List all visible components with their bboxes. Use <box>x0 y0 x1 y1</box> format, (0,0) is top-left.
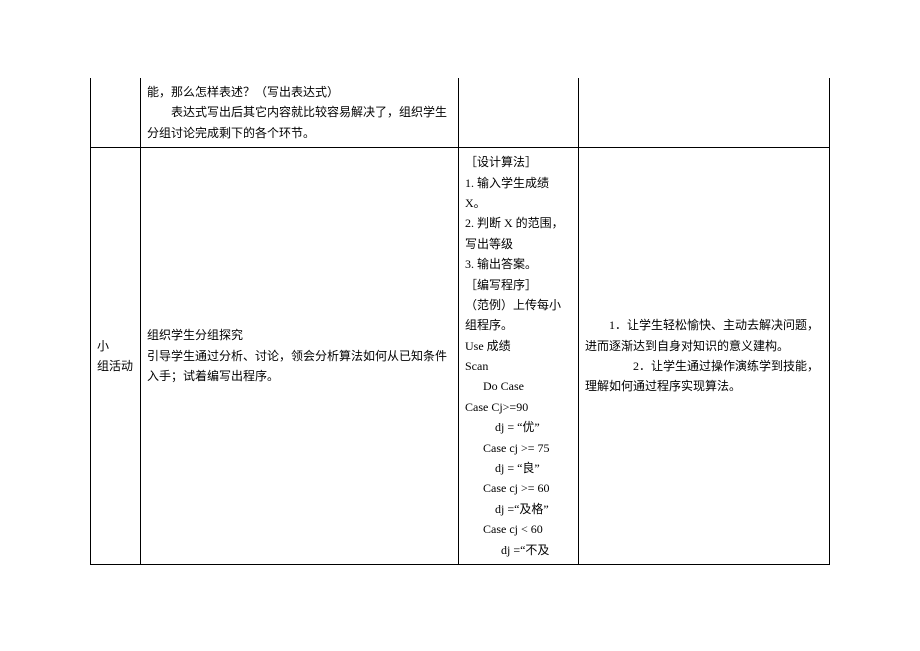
cell-teacher-activity-top: 能，那么怎样表述？（写出表达式） 表达式写出后其它内容就比较容易解决了，组织学生… <box>141 78 459 148</box>
code-line: dj =“不及 <box>465 540 572 560</box>
text-line: 2. 判断 X 的范围，写出等级 <box>465 213 572 254</box>
code-line: Case Cj>=90 <box>465 397 572 417</box>
code-line: Do Case <box>465 376 572 396</box>
text-line: 组活动 <box>97 359 133 373</box>
text-paragraph: 2．让学生通过操作演练学到技能，理解如何通过程序实现算法。 <box>585 356 823 397</box>
text-span: 让学生通过操作演练学到技能，理解如何通过程序实现算法。 <box>585 359 819 393</box>
cell-student-activity-top <box>459 78 579 148</box>
text-paragraph: 1．让学生轻松愉快、主动去解决问题，进而逐渐达到自身对知识的意义建构。 <box>585 315 823 356</box>
text-line: 能，那么怎样表述？（写出表达式） <box>147 82 452 102</box>
cell-teacher-activity: 组织学生分组探究 引导学生通过分析、讨论，领会分析算法如何从已知条件入手；试着编… <box>141 148 459 565</box>
table-row: 能，那么怎样表述？（写出表达式） 表达式写出后其它内容就比较容易解决了，组织学生… <box>91 78 830 148</box>
table-row: 小 组活动 组织学生分组探究 引导学生通过分析、讨论，领会分析算法如何从已知条件… <box>91 148 830 565</box>
document-page: 能，那么怎样表述？（写出表达式） 表达式写出后其它内容就比较容易解决了，组织学生… <box>0 0 920 605</box>
cell-phase-label-top <box>91 78 141 148</box>
code-line: Case cj < 60 <box>465 519 572 539</box>
text-line: 小 <box>97 339 109 353</box>
lesson-plan-table: 能，那么怎样表述？（写出表达式） 表达式写出后其它内容就比较容易解决了，组织学生… <box>90 78 830 565</box>
text-line: ［设计算法］ <box>465 152 572 172</box>
cell-student-activity: ［设计算法］ 1. 输入学生成绩 X。 2. 判断 X 的范围，写出等级 3. … <box>459 148 579 565</box>
text-line: （范例）上传每小组程序。 <box>465 295 572 336</box>
text-line: 引导学生通过分析、讨论，领会分析算法如何从已知条件入手；试着编写出程序。 <box>147 346 452 387</box>
cell-phase-label: 小 组活动 <box>91 148 141 565</box>
cell-design-intent: 1．让学生轻松愉快、主动去解决问题，进而逐渐达到自身对知识的意义建构。 2．让学… <box>579 148 830 565</box>
code-line: dj = “良” <box>465 458 572 478</box>
text-line: 表达式写出后其它内容就比较容易解决了，组织学生分组讨论完成剩下的各个环节。 <box>147 102 452 143</box>
text-line: 3. 输出答案。 <box>465 254 572 274</box>
code-line: Case cj >= 75 <box>465 438 572 458</box>
code-line: Use 成绩 <box>465 336 572 356</box>
text-span: 2． <box>633 359 651 373</box>
code-line: Scan <box>465 356 572 376</box>
text-line: 1. 输入学生成绩 X。 <box>465 173 572 214</box>
text-line: ［编写程序］ <box>465 275 572 295</box>
code-line: dj =“及格” <box>465 499 572 519</box>
code-line: dj = “优” <box>465 417 572 437</box>
cell-design-intent-top <box>579 78 830 148</box>
code-line: Case cj >= 60 <box>465 478 572 498</box>
text-line: 组织学生分组探究 <box>147 325 452 345</box>
